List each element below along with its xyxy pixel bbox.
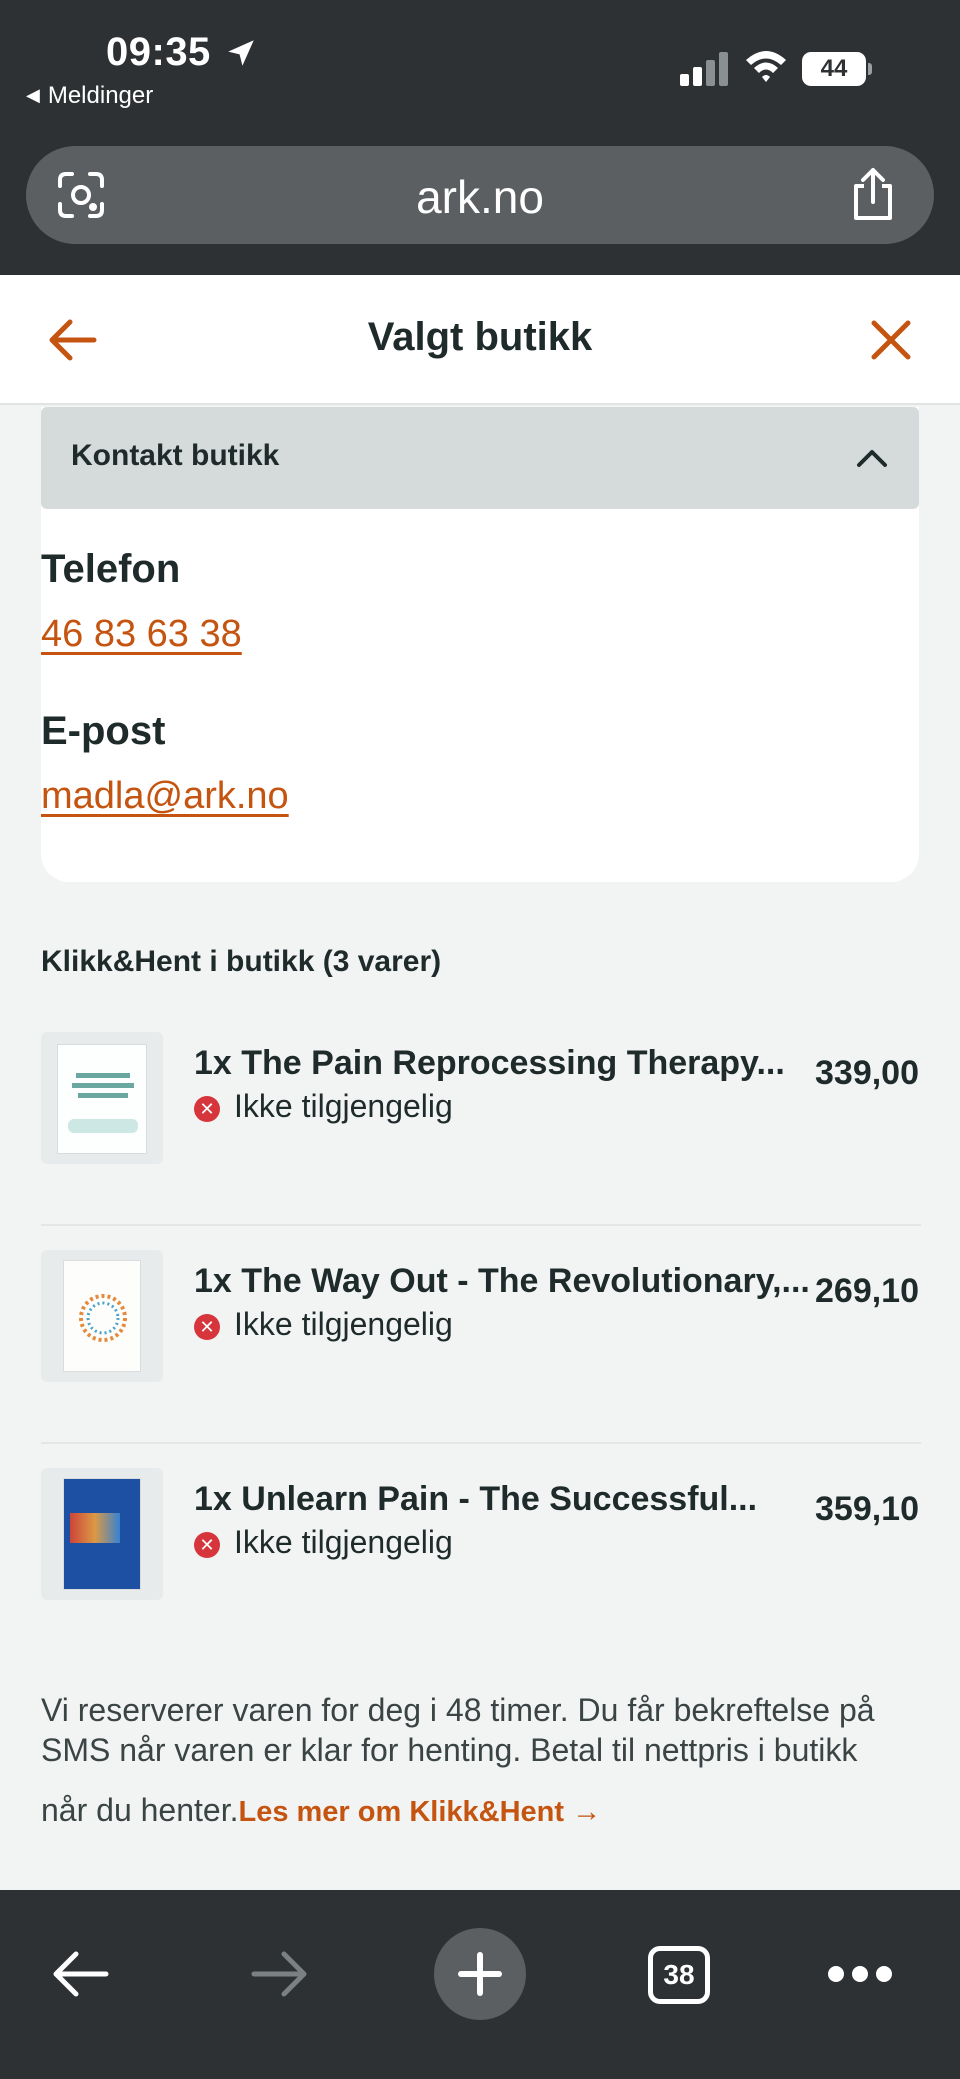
cover-art <box>79 1294 127 1342</box>
phone-label: Telefon <box>41 547 181 591</box>
item-price: 359,10 <box>815 1490 919 1528</box>
read-more-label[interactable]: Les mer om Klikk&Hent <box>238 1796 564 1828</box>
x-circle-icon: ✕ <box>194 1314 220 1340</box>
item-status: ✕ Ikke tilgjengelig <box>194 1088 453 1125</box>
back-to-app-link[interactable]: ◀ Meldinger <box>26 82 153 110</box>
info-line-2: SMS når varen er klar for henting. Betal… <box>41 1732 858 1768</box>
nav-forward-icon[interactable] <box>248 1950 310 1998</box>
book-cover-thumbnail <box>41 1250 163 1382</box>
back-app-label: Meldinger <box>47 82 154 109</box>
browser-bottom-bar: 38 <box>0 1890 960 2079</box>
phone-link[interactable]: 46 83 63 38 <box>41 613 242 656</box>
status-time: 09:35 <box>106 30 211 74</box>
x-circle-icon: ✕ <box>194 1532 220 1558</box>
more-dot <box>852 1966 868 1982</box>
cart-item[interactable]: 1x Unlearn Pain - The Successful... ✕ Ikk… <box>41 1444 921 1662</box>
browser-top-chrome: 09:35 ◀ Meldinger 44 ark.no <box>0 0 960 275</box>
info-line-3: når du henter.Les mer om Klikk&Hent → <box>41 1792 601 1829</box>
book-cover-thumbnail <box>41 1468 163 1600</box>
arrow-right-icon: → <box>572 1796 602 1828</box>
item-status: ✕ Ikke tilgjengelig <box>194 1306 453 1343</box>
cart-item[interactable]: 1x The Pain Reprocessing Therapy... ✕ Ikk… <box>41 1008 921 1226</box>
section-title: Klikk&Hent i butikk (3 varer) <box>41 945 442 978</box>
more-icon[interactable] <box>828 1964 892 1984</box>
email-link[interactable]: madla@ark.no <box>41 775 289 818</box>
battery-level: 44 <box>802 52 866 86</box>
plus-icon-vertical <box>477 1952 483 1996</box>
item-status-text: Ikke tilgjengelig <box>234 1088 453 1124</box>
back-triangle-icon: ◀ <box>26 85 40 105</box>
read-more-link[interactable]: Les mer om Klikk&Hent → <box>238 1796 601 1828</box>
url-text[interactable]: ark.no <box>26 170 934 224</box>
item-title[interactable]: 1x Unlearn Pain - The Successful... <box>194 1480 757 1519</box>
info-line-1: Vi reserverer varen for deg i 48 timer. … <box>41 1692 875 1728</box>
email-label: E-post <box>41 709 166 753</box>
new-tab-button[interactable] <box>434 1928 526 2020</box>
battery-nub <box>868 63 872 75</box>
more-dot <box>876 1966 892 1982</box>
address-bar[interactable]: ark.no <box>26 146 934 244</box>
item-title[interactable]: 1x The Way Out - The Revolutionary,... <box>194 1262 810 1301</box>
battery-icon: 44 <box>802 52 872 86</box>
chevron-up-icon[interactable] <box>855 443 889 473</box>
accordion-label: Kontakt butikk <box>71 439 280 472</box>
item-title[interactable]: 1x The Pain Reprocessing Therapy... <box>194 1044 785 1083</box>
x-circle-icon: ✕ <box>194 1096 220 1122</box>
location-arrow-icon <box>228 40 254 66</box>
share-icon[interactable] <box>848 166 898 222</box>
close-icon[interactable] <box>866 315 916 365</box>
wifi-icon <box>746 51 786 82</box>
page-title: Valgt butikk <box>367 315 593 359</box>
contact-card: Kontakt butikk Telefon 46 83 63 38 E-pos… <box>41 407 919 882</box>
signal-icon <box>680 52 728 86</box>
item-status-text: Ikke tilgjengelig <box>234 1306 453 1342</box>
item-price: 339,00 <box>815 1054 919 1092</box>
item-status-text: Ikke tilgjengelig <box>234 1524 453 1560</box>
tabs-button[interactable]: 38 <box>648 1946 710 2004</box>
item-price: 269,10 <box>815 1272 919 1310</box>
contact-accordion-header[interactable]: Kontakt butikk <box>41 407 919 509</box>
more-dot <box>828 1966 844 1982</box>
page-header: Valgt butikk <box>0 275 960 405</box>
book-cover-thumbnail <box>41 1032 163 1164</box>
item-status: ✕ Ikke tilgjengelig <box>194 1524 453 1561</box>
info-line-3-text: når du henter. <box>41 1792 239 1828</box>
nav-back-icon[interactable] <box>50 1950 112 1998</box>
cart-item[interactable]: 1x The Way Out - The Revolutionary,... ✕… <box>41 1226 921 1444</box>
reservation-info: Vi reserverer varen for deg i 48 timer. … <box>41 1690 921 1770</box>
